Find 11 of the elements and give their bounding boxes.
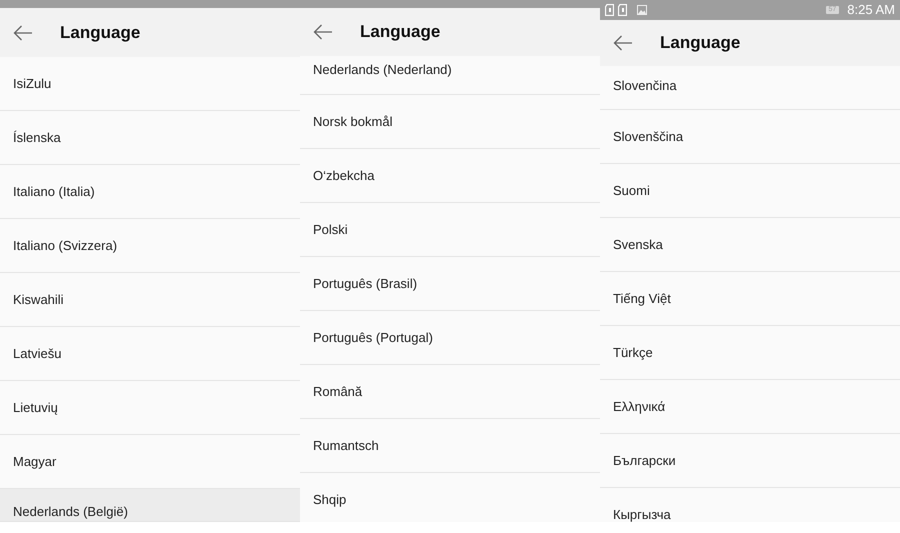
- back-arrow-icon: [613, 35, 633, 51]
- image-icon: [637, 5, 647, 15]
- sim-card-icon: [605, 4, 614, 16]
- screen-title: Language: [360, 21, 440, 44]
- back-arrow-icon: [313, 24, 333, 40]
- status-time: 8:25 AM: [847, 1, 895, 20]
- screen-title: Language: [660, 32, 740, 54]
- language-item[interactable]: Nederlands (België): [0, 489, 300, 522]
- screen-title: Language: [60, 22, 140, 44]
- sim-card-icon: [618, 4, 627, 16]
- back-arrow-icon: [13, 24, 33, 40]
